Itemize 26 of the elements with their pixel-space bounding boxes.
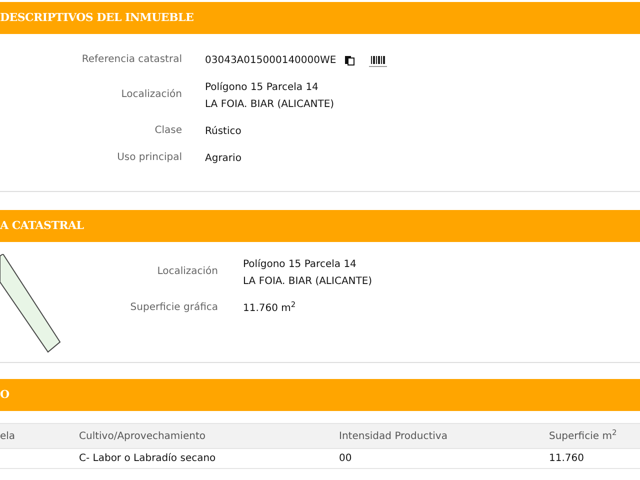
section-title: O [0,386,10,403]
column-header: ela [0,430,16,444]
field-label: Localización [120,88,182,102]
field-value: 11.760 m$^{2}$ [243,300,296,316]
table-cell-text: 11.760 [549,452,585,466]
copy-icon[interactable] [344,55,356,66]
section-title: DESCRIPTIVOS DEL INMUEBLE [0,10,194,26]
field-value: Agrario [205,152,242,166]
field-label: Localización [156,265,218,279]
column-header: Cultivo/Aprovechamiento [79,430,206,444]
field-label: Referencia catastral [80,53,182,67]
barcode-icon[interactable] [369,54,388,66]
field-label: Clase [154,124,182,138]
table-cell-text: 00 [339,452,353,466]
column-header: Intensidad Productiva [339,430,448,444]
field-value: 03043A015000140000WE [205,54,336,68]
field-value: Polígono 15 Parcela 14 [243,258,356,272]
table-cell-text: C- Labor o Labradío secano [79,452,217,466]
field-label: Superficie gráfica [129,301,218,315]
field-value: LA FOIA. BIAR (ALICANTE) [205,98,334,112]
column-header: Superficie m$^{2}$ [549,428,618,444]
field-label: Uso principal [116,151,182,165]
field-value: Polígono 15 Parcela 14 [205,81,318,95]
field-value: LA FOIA. BIAR (ALICANTE) [243,275,372,289]
field-value: Rústico [205,125,242,139]
section-title: A CATASTRAL [0,218,84,234]
